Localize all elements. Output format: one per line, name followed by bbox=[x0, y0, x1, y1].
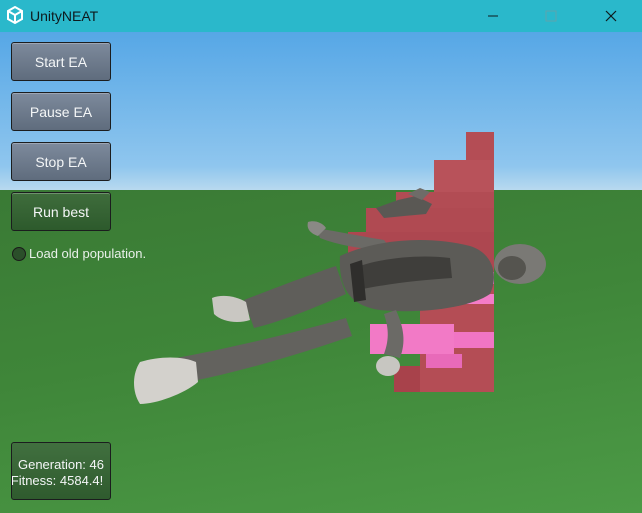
toggle-label: Load old population. bbox=[29, 246, 147, 261]
minimize-icon bbox=[488, 15, 498, 17]
unity-logo-icon bbox=[7, 6, 23, 24]
game-viewport[interactable]: Start EA Pause EA Stop EA Run best Load … bbox=[0, 32, 642, 513]
minimize-button[interactable] bbox=[470, 0, 516, 32]
toggle-checkbox[interactable] bbox=[12, 246, 26, 261]
title-bar: UnityNEAT bbox=[0, 0, 642, 32]
close-button[interactable] bbox=[588, 0, 634, 32]
window-title: UnityNEAT bbox=[30, 8, 99, 24]
maximize-button[interactable] bbox=[528, 0, 574, 32]
maximize-icon bbox=[545, 10, 557, 22]
fitness-label: Fitness: 4584.4! bbox=[11, 473, 104, 488]
generation-label: Generation: 46 bbox=[17, 457, 104, 472]
load-old-population-toggle[interactable]: Load old population. bbox=[12, 246, 146, 261]
start-ea-button[interactable]: Start EA bbox=[11, 42, 111, 81]
stop-ea-button[interactable]: Stop EA bbox=[11, 142, 111, 181]
run-best-button[interactable]: Run best bbox=[11, 192, 111, 231]
stats-box: Generation: 46 Fitness: 4584.4! bbox=[11, 442, 111, 500]
pause-ea-button[interactable]: Pause EA bbox=[11, 92, 111, 131]
close-icon bbox=[605, 10, 617, 22]
